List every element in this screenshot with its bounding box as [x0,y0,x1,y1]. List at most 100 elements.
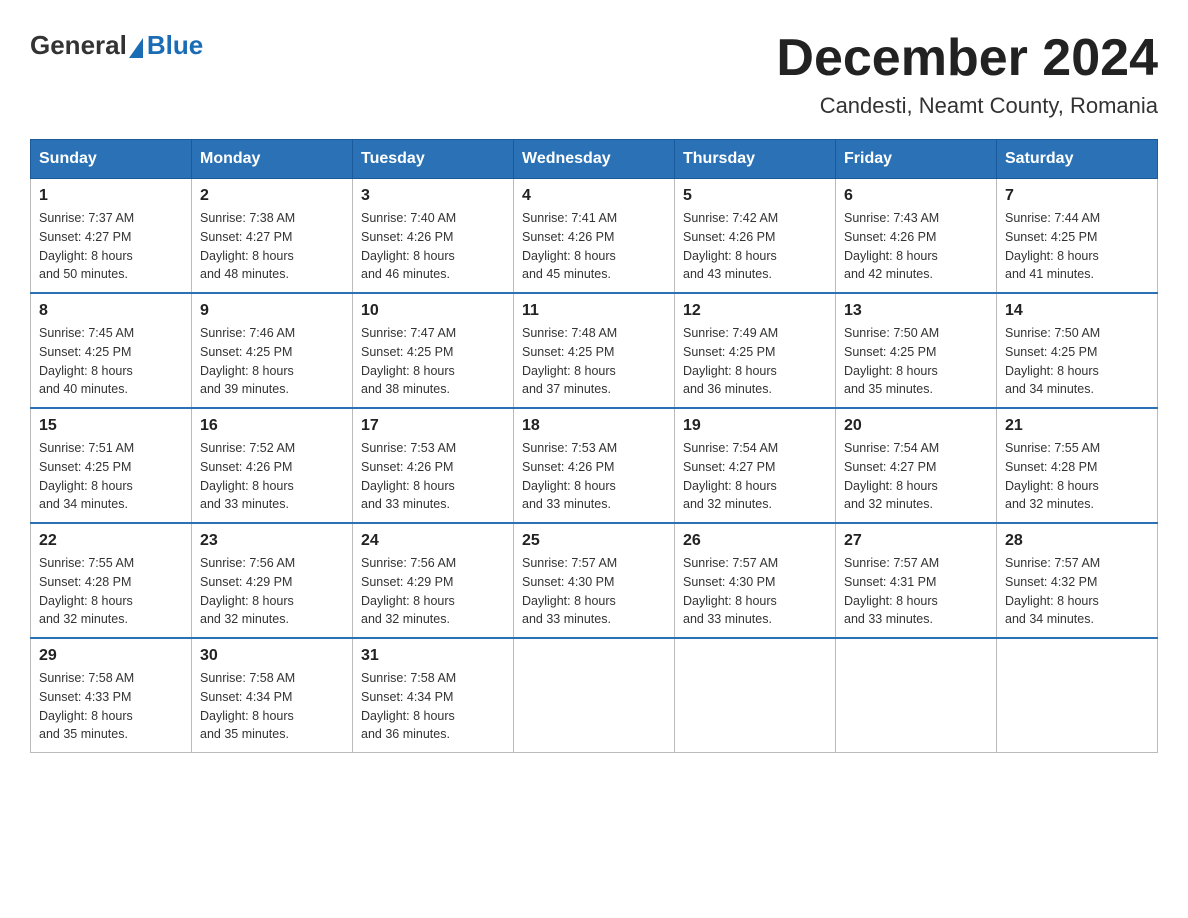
day-info: Sunrise: 7:38 AM Sunset: 4:27 PM Dayligh… [200,211,295,281]
calendar-cell: 10 Sunrise: 7:47 AM Sunset: 4:25 PM Dayl… [353,293,514,408]
day-info: Sunrise: 7:53 AM Sunset: 4:26 PM Dayligh… [522,441,617,511]
day-number: 7 [1005,187,1149,205]
day-number: 17 [361,417,505,435]
day-number: 12 [683,302,827,320]
day-number: 11 [522,302,666,320]
calendar-cell: 2 Sunrise: 7:38 AM Sunset: 4:27 PM Dayli… [192,179,353,294]
day-info: Sunrise: 7:58 AM Sunset: 4:34 PM Dayligh… [361,671,456,741]
day-number: 16 [200,417,344,435]
calendar-cell: 16 Sunrise: 7:52 AM Sunset: 4:26 PM Dayl… [192,408,353,523]
calendar-cell: 19 Sunrise: 7:54 AM Sunset: 4:27 PM Dayl… [675,408,836,523]
calendar-cell: 8 Sunrise: 7:45 AM Sunset: 4:25 PM Dayli… [31,293,192,408]
calendar-cell: 24 Sunrise: 7:56 AM Sunset: 4:29 PM Dayl… [353,523,514,638]
calendar-cell: 7 Sunrise: 7:44 AM Sunset: 4:25 PM Dayli… [997,179,1158,294]
calendar-week-row: 8 Sunrise: 7:45 AM Sunset: 4:25 PM Dayli… [31,293,1158,408]
calendar-cell: 20 Sunrise: 7:54 AM Sunset: 4:27 PM Dayl… [836,408,997,523]
day-number: 13 [844,302,988,320]
logo-general-text: General [30,30,127,61]
logo-blue-text: Blue [147,30,203,61]
calendar-cell: 9 Sunrise: 7:46 AM Sunset: 4:25 PM Dayli… [192,293,353,408]
day-number: 9 [200,302,344,320]
day-info: Sunrise: 7:55 AM Sunset: 4:28 PM Dayligh… [1005,441,1100,511]
day-number: 20 [844,417,988,435]
calendar-cell: 18 Sunrise: 7:53 AM Sunset: 4:26 PM Dayl… [514,408,675,523]
page-header: General Blue December 2024 Candesti, Nea… [30,30,1158,119]
calendar-cell: 26 Sunrise: 7:57 AM Sunset: 4:30 PM Dayl… [675,523,836,638]
calendar-cell: 3 Sunrise: 7:40 AM Sunset: 4:26 PM Dayli… [353,179,514,294]
calendar-cell: 23 Sunrise: 7:56 AM Sunset: 4:29 PM Dayl… [192,523,353,638]
day-number: 15 [39,417,183,435]
calendar-cell: 14 Sunrise: 7:50 AM Sunset: 4:25 PM Dayl… [997,293,1158,408]
day-number: 6 [844,187,988,205]
day-info: Sunrise: 7:57 AM Sunset: 4:32 PM Dayligh… [1005,556,1100,626]
subtitle: Candesti, Neamt County, Romania [776,93,1158,119]
day-number: 26 [683,532,827,550]
logo-triangle-icon [129,38,143,58]
day-number: 10 [361,302,505,320]
calendar-cell: 4 Sunrise: 7:41 AM Sunset: 4:26 PM Dayli… [514,179,675,294]
day-header-friday: Friday [836,140,997,179]
day-number: 24 [361,532,505,550]
calendar-cell: 15 Sunrise: 7:51 AM Sunset: 4:25 PM Dayl… [31,408,192,523]
calendar-cell: 17 Sunrise: 7:53 AM Sunset: 4:26 PM Dayl… [353,408,514,523]
calendar-cell: 13 Sunrise: 7:50 AM Sunset: 4:25 PM Dayl… [836,293,997,408]
day-number: 22 [39,532,183,550]
day-info: Sunrise: 7:56 AM Sunset: 4:29 PM Dayligh… [200,556,295,626]
day-info: Sunrise: 7:50 AM Sunset: 4:25 PM Dayligh… [1005,326,1100,396]
calendar-cell: 30 Sunrise: 7:58 AM Sunset: 4:34 PM Dayl… [192,638,353,753]
day-number: 8 [39,302,183,320]
day-info: Sunrise: 7:57 AM Sunset: 4:31 PM Dayligh… [844,556,939,626]
calendar-cell: 29 Sunrise: 7:58 AM Sunset: 4:33 PM Dayl… [31,638,192,753]
day-info: Sunrise: 7:52 AM Sunset: 4:26 PM Dayligh… [200,441,295,511]
day-info: Sunrise: 7:51 AM Sunset: 4:25 PM Dayligh… [39,441,134,511]
logo: General Blue [30,30,203,61]
calendar-table: SundayMondayTuesdayWednesdayThursdayFrid… [30,139,1158,753]
day-number: 4 [522,187,666,205]
day-number: 19 [683,417,827,435]
calendar-week-row: 29 Sunrise: 7:58 AM Sunset: 4:33 PM Dayl… [31,638,1158,753]
day-info: Sunrise: 7:47 AM Sunset: 4:25 PM Dayligh… [361,326,456,396]
day-number: 30 [200,647,344,665]
day-info: Sunrise: 7:44 AM Sunset: 4:25 PM Dayligh… [1005,211,1100,281]
calendar-cell [514,638,675,753]
day-header-thursday: Thursday [675,140,836,179]
calendar-cell: 21 Sunrise: 7:55 AM Sunset: 4:28 PM Dayl… [997,408,1158,523]
day-number: 21 [1005,417,1149,435]
day-header-sunday: Sunday [31,140,192,179]
day-info: Sunrise: 7:54 AM Sunset: 4:27 PM Dayligh… [844,441,939,511]
day-info: Sunrise: 7:45 AM Sunset: 4:25 PM Dayligh… [39,326,134,396]
day-info: Sunrise: 7:42 AM Sunset: 4:26 PM Dayligh… [683,211,778,281]
calendar-cell [997,638,1158,753]
day-number: 25 [522,532,666,550]
calendar-cell [675,638,836,753]
day-info: Sunrise: 7:56 AM Sunset: 4:29 PM Dayligh… [361,556,456,626]
calendar-week-row: 1 Sunrise: 7:37 AM Sunset: 4:27 PM Dayli… [31,179,1158,294]
day-header-monday: Monday [192,140,353,179]
day-number: 29 [39,647,183,665]
calendar-cell: 27 Sunrise: 7:57 AM Sunset: 4:31 PM Dayl… [836,523,997,638]
day-number: 23 [200,532,344,550]
day-info: Sunrise: 7:50 AM Sunset: 4:25 PM Dayligh… [844,326,939,396]
day-info: Sunrise: 7:40 AM Sunset: 4:26 PM Dayligh… [361,211,456,281]
day-number: 31 [361,647,505,665]
calendar-cell: 12 Sunrise: 7:49 AM Sunset: 4:25 PM Dayl… [675,293,836,408]
day-number: 1 [39,187,183,205]
day-info: Sunrise: 7:54 AM Sunset: 4:27 PM Dayligh… [683,441,778,511]
calendar-week-row: 15 Sunrise: 7:51 AM Sunset: 4:25 PM Dayl… [31,408,1158,523]
day-info: Sunrise: 7:41 AM Sunset: 4:26 PM Dayligh… [522,211,617,281]
calendar-cell: 5 Sunrise: 7:42 AM Sunset: 4:26 PM Dayli… [675,179,836,294]
calendar-cell: 28 Sunrise: 7:57 AM Sunset: 4:32 PM Dayl… [997,523,1158,638]
day-info: Sunrise: 7:49 AM Sunset: 4:25 PM Dayligh… [683,326,778,396]
day-info: Sunrise: 7:58 AM Sunset: 4:33 PM Dayligh… [39,671,134,741]
day-info: Sunrise: 7:53 AM Sunset: 4:26 PM Dayligh… [361,441,456,511]
day-info: Sunrise: 7:46 AM Sunset: 4:25 PM Dayligh… [200,326,295,396]
main-title: December 2024 [776,30,1158,87]
day-header-saturday: Saturday [997,140,1158,179]
day-number: 2 [200,187,344,205]
day-info: Sunrise: 7:55 AM Sunset: 4:28 PM Dayligh… [39,556,134,626]
day-info: Sunrise: 7:57 AM Sunset: 4:30 PM Dayligh… [683,556,778,626]
calendar-cell: 25 Sunrise: 7:57 AM Sunset: 4:30 PM Dayl… [514,523,675,638]
calendar-cell: 1 Sunrise: 7:37 AM Sunset: 4:27 PM Dayli… [31,179,192,294]
calendar-cell: 11 Sunrise: 7:48 AM Sunset: 4:25 PM Dayl… [514,293,675,408]
calendar-cell: 6 Sunrise: 7:43 AM Sunset: 4:26 PM Dayli… [836,179,997,294]
